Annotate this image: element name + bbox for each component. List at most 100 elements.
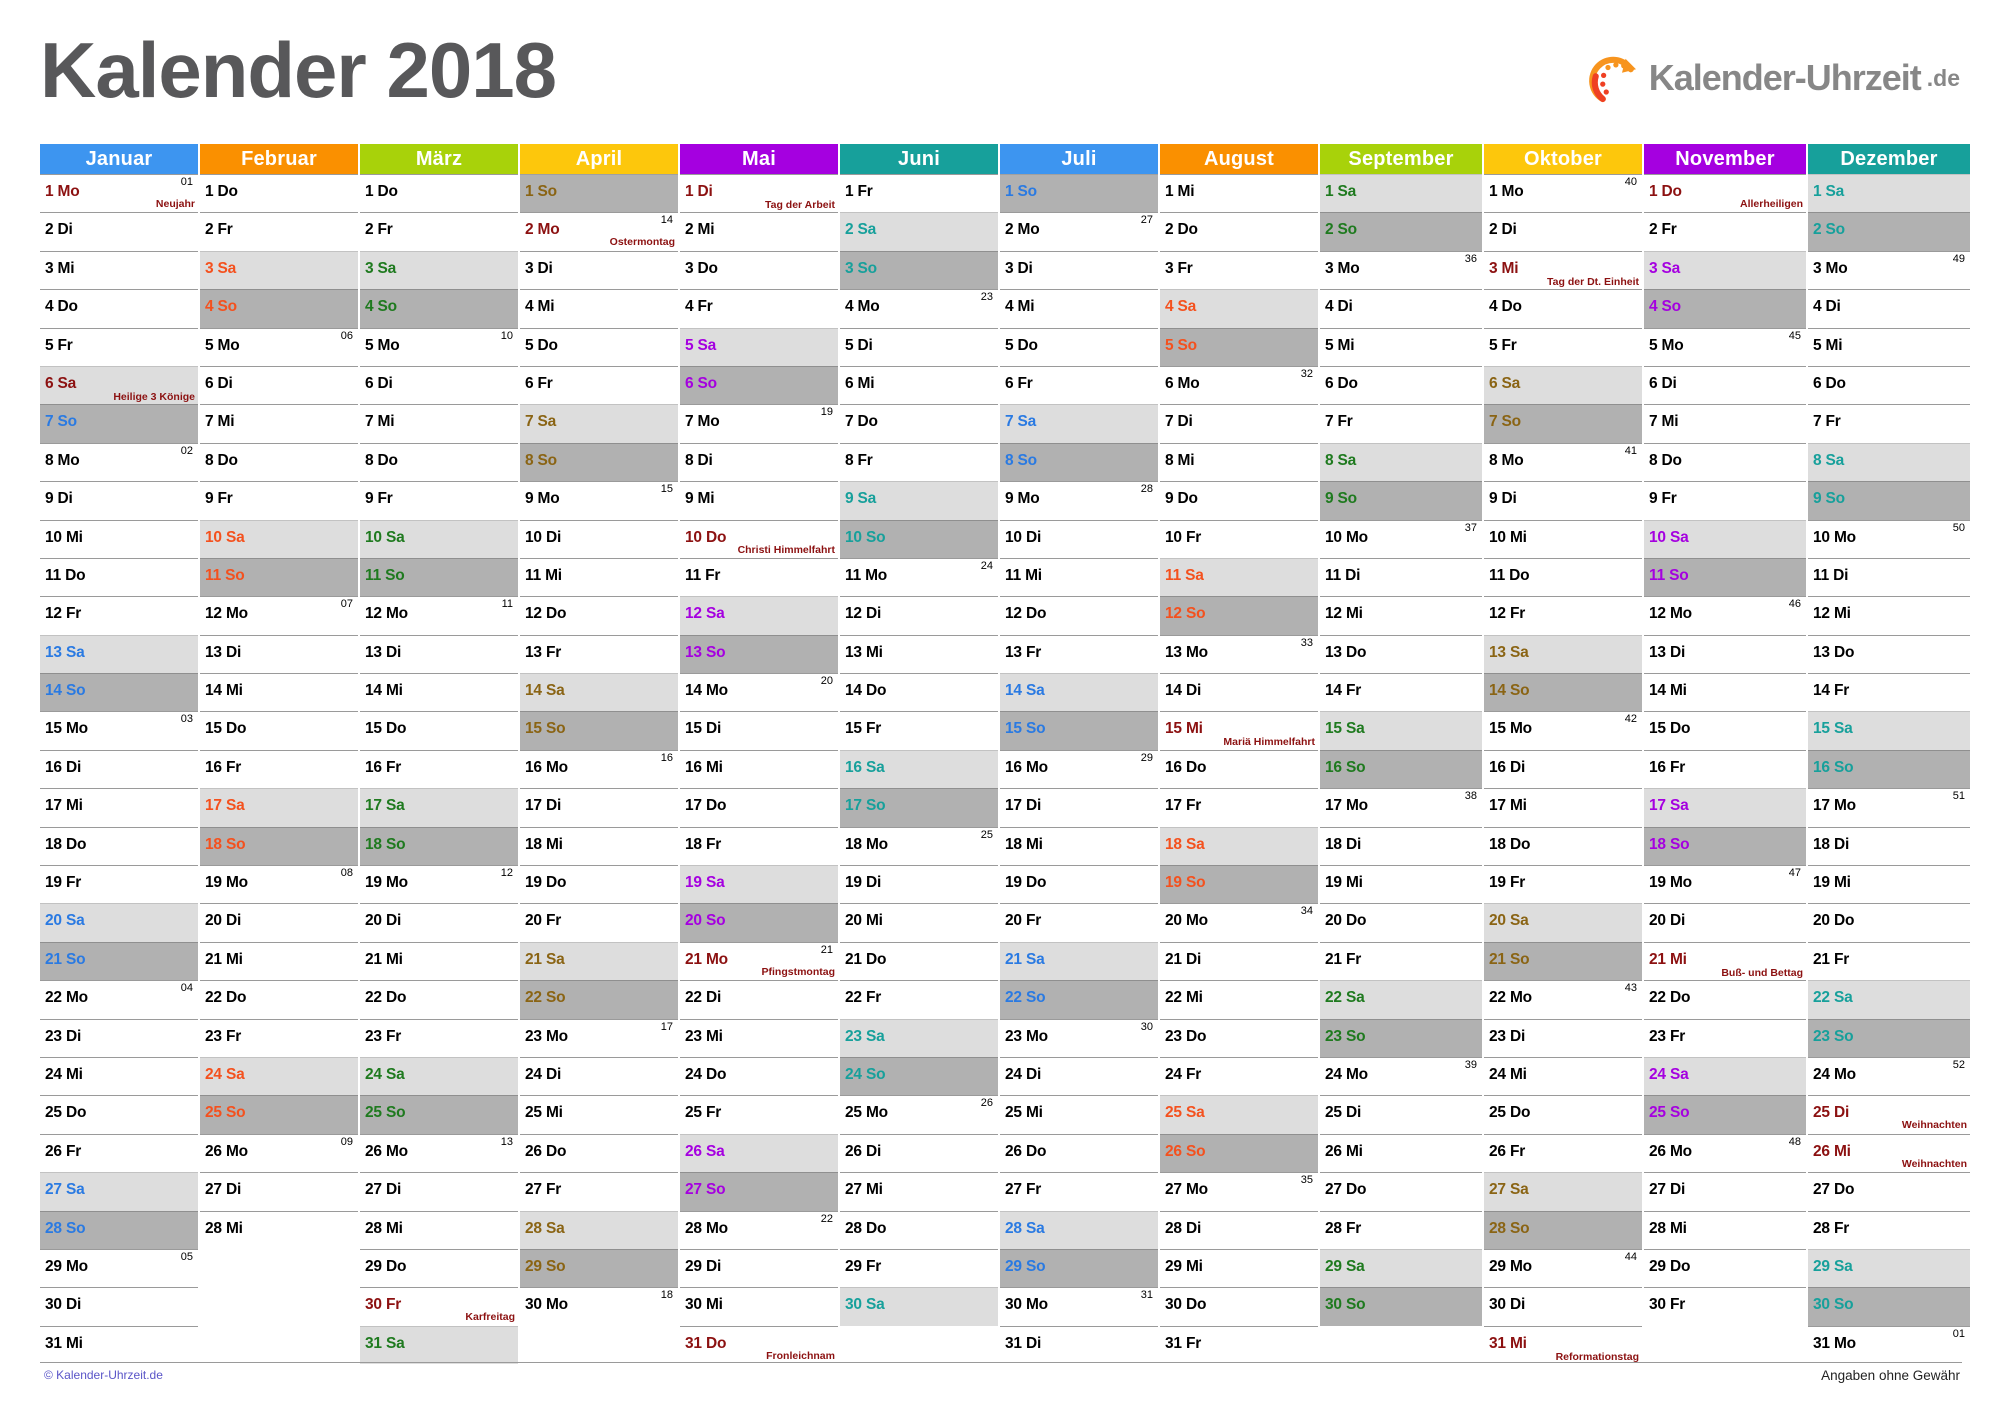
day-cell[interactable]: 25 So: [1644, 1095, 1806, 1134]
day-cell[interactable]: 11 So: [1644, 557, 1806, 597]
day-cell[interactable]: 16 Mo 29: [1000, 749, 1158, 789]
day-cell[interactable]: 30 Fr Karfreitag: [360, 1287, 518, 1326]
day-cell[interactable]: 26 Mo 09: [200, 1133, 358, 1173]
day-cell[interactable]: 26 Sa: [680, 1133, 838, 1173]
day-cell[interactable]: 9 Sa: [840, 481, 998, 520]
day-cell[interactable]: 11 Sa: [1160, 557, 1318, 597]
day-cell[interactable]: 9 Di: [40, 481, 198, 520]
day-cell[interactable]: 8 Do: [360, 442, 518, 482]
day-cell[interactable]: 4 Do: [1484, 289, 1642, 328]
day-cell[interactable]: 6 Fr: [520, 365, 678, 405]
day-cell[interactable]: 4 Fr: [680, 289, 838, 328]
day-cell[interactable]: 3 Sa: [200, 250, 358, 290]
day-cell[interactable]: 27 Do: [1808, 1172, 1970, 1211]
day-cell[interactable]: 11 Mi: [1000, 557, 1158, 597]
day-cell[interactable]: 6 Fr: [1000, 365, 1158, 405]
day-cell[interactable]: 25 Di Weihnachten: [1808, 1095, 1970, 1134]
day-cell[interactable]: 20 Mo 34: [1160, 903, 1318, 942]
day-cell[interactable]: 19 Do: [520, 865, 678, 904]
day-cell[interactable]: 13 Sa: [40, 634, 198, 674]
day-cell[interactable]: 6 Sa Heilige 3 Könige: [40, 365, 198, 405]
day-cell[interactable]: 1 Fr: [840, 174, 998, 213]
day-cell[interactable]: 14 So: [40, 673, 198, 712]
day-cell[interactable]: 23 Di: [1484, 1018, 1642, 1057]
day-cell[interactable]: 4 So: [200, 289, 358, 328]
day-cell[interactable]: 25 Di: [1320, 1095, 1482, 1134]
day-cell[interactable]: 2 Mi: [680, 212, 838, 251]
day-cell[interactable]: 12 Mo 07: [200, 596, 358, 635]
brand-logo[interactable]: Kalender-Uhrzeit .de: [1587, 50, 1960, 106]
day-cell[interactable]: 11 Do: [1484, 557, 1642, 597]
day-cell[interactable]: 3 Sa: [360, 250, 518, 290]
day-cell[interactable]: 22 Sa: [1808, 980, 1970, 1019]
day-cell[interactable]: 22 So: [1000, 980, 1158, 1019]
month-header[interactable]: Januar: [40, 144, 198, 174]
day-cell[interactable]: 2 Do: [1160, 212, 1318, 251]
day-cell[interactable]: 13 Di: [360, 634, 518, 674]
day-cell[interactable]: 15 Sa: [1808, 711, 1970, 750]
day-cell[interactable]: 10 Mo 50: [1808, 519, 1970, 558]
day-cell[interactable]: 19 Mo 47: [1644, 865, 1806, 904]
day-cell[interactable]: 20 Sa: [1484, 903, 1642, 942]
day-cell[interactable]: 29 Sa: [1320, 1248, 1482, 1288]
day-cell[interactable]: 20 Di: [200, 903, 358, 942]
day-cell[interactable]: 22 Mi: [1160, 980, 1318, 1019]
day-cell[interactable]: 3 Di: [1000, 250, 1158, 290]
day-cell[interactable]: 29 Di: [680, 1248, 838, 1288]
day-cell[interactable]: 16 Fr: [1644, 749, 1806, 789]
day-cell[interactable]: 31 Mi: [40, 1325, 198, 1365]
day-cell[interactable]: 12 Mi: [1808, 596, 1970, 635]
day-cell[interactable]: 9 So: [1808, 481, 1970, 520]
day-cell[interactable]: 31 Fr: [1160, 1325, 1318, 1365]
day-cell[interactable]: 2 So: [1808, 212, 1970, 251]
month-header[interactable]: Juli: [1000, 144, 1158, 174]
day-cell[interactable]: 29 So: [1000, 1248, 1158, 1288]
day-cell[interactable]: 12 Fr: [40, 596, 198, 635]
day-cell[interactable]: 26 Di: [840, 1133, 998, 1173]
day-cell[interactable]: 17 Mi: [40, 788, 198, 827]
day-cell[interactable]: 5 Mo 45: [1644, 327, 1806, 366]
day-cell[interactable]: 18 Do: [1484, 826, 1642, 866]
day-cell[interactable]: 3 Sa: [1644, 250, 1806, 290]
day-cell[interactable]: 10 Sa: [200, 519, 358, 558]
day-cell[interactable]: 21 Mi: [360, 941, 518, 981]
day-cell[interactable]: 5 Do: [520, 327, 678, 366]
day-cell[interactable]: 22 Mo 43: [1484, 980, 1642, 1019]
day-cell[interactable]: 7 So: [1484, 404, 1642, 443]
month-header[interactable]: August: [1160, 144, 1318, 174]
day-cell[interactable]: 14 Mi: [1644, 673, 1806, 712]
day-cell[interactable]: 29 Sa: [1808, 1248, 1970, 1288]
day-cell[interactable]: 31 Di: [1000, 1325, 1158, 1365]
day-cell[interactable]: 25 Do: [40, 1095, 198, 1134]
day-cell[interactable]: 12 Mo 46: [1644, 596, 1806, 635]
day-cell[interactable]: 29 Do: [1644, 1248, 1806, 1288]
day-cell[interactable]: 28 Mi: [1644, 1210, 1806, 1249]
day-cell[interactable]: 4 Di: [1320, 289, 1482, 328]
day-cell[interactable]: 14 Sa: [520, 673, 678, 712]
day-cell[interactable]: 24 Sa: [360, 1056, 518, 1096]
day-cell[interactable]: 16 Di: [1484, 749, 1642, 789]
day-cell[interactable]: 23 Sa: [840, 1018, 998, 1057]
day-cell[interactable]: 7 Do: [840, 404, 998, 443]
day-cell[interactable]: 17 Di: [520, 788, 678, 827]
day-cell[interactable]: 6 Di: [1644, 365, 1806, 405]
day-cell[interactable]: 31 Sa: [360, 1325, 518, 1365]
day-cell[interactable]: 30 Do: [1160, 1287, 1318, 1326]
day-cell[interactable]: 27 So: [680, 1172, 838, 1211]
day-cell[interactable]: 17 Do: [680, 788, 838, 827]
day-cell[interactable]: 13 So: [680, 634, 838, 674]
day-cell[interactable]: 24 So: [840, 1056, 998, 1096]
day-cell[interactable]: 20 Di: [1644, 903, 1806, 942]
day-cell[interactable]: 28 Fr: [1320, 1210, 1482, 1249]
day-cell[interactable]: 21 Fr: [1320, 941, 1482, 981]
day-cell[interactable]: 4 Mi: [1000, 289, 1158, 328]
day-cell[interactable]: 8 Mi: [1160, 442, 1318, 482]
day-cell[interactable]: 6 Mo 32: [1160, 365, 1318, 405]
day-cell[interactable]: 21 Sa: [520, 941, 678, 981]
day-cell[interactable]: 31 Mo 01: [1808, 1325, 1970, 1365]
day-cell[interactable]: 7 Mi: [1644, 404, 1806, 443]
day-cell[interactable]: 24 Sa: [200, 1056, 358, 1096]
day-cell[interactable]: 20 Fr: [520, 903, 678, 942]
day-cell[interactable]: 27 Sa: [1484, 1172, 1642, 1211]
day-cell[interactable]: 15 Do: [200, 711, 358, 750]
